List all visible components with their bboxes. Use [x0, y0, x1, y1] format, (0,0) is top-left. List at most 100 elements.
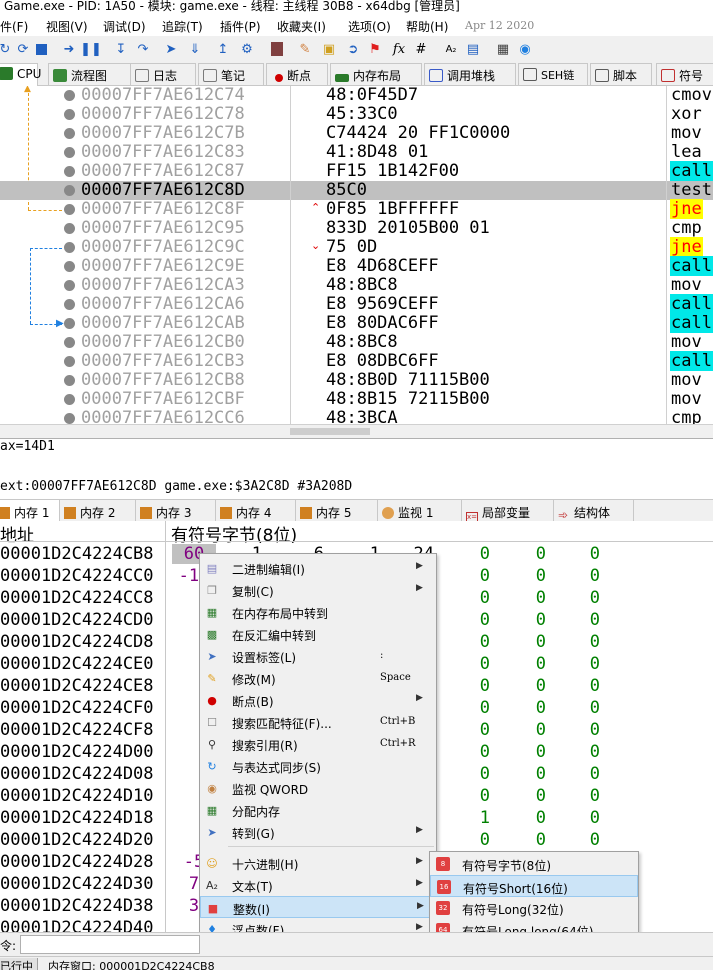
breakpoint-gutter-icon[interactable]	[64, 375, 75, 386]
disasm-row[interactable]: 00007FF7AE612C9E E8 4D68CEFF call	[0, 256, 713, 276]
breakpoint-gutter-icon[interactable]	[64, 394, 75, 405]
context-menu-item[interactable]: ● 断点(B) ▶	[200, 689, 436, 711]
strings-icon[interactable]: A₂	[442, 40, 460, 58]
dump-value[interactable]: 0	[450, 764, 490, 784]
step-over-icon[interactable]: ↷	[134, 40, 152, 58]
breakpoint-gutter-icon[interactable]	[64, 223, 75, 234]
disasm-row[interactable]: 00007FF7AE612C8F ⌃ 0F85 1BFFFFFF jne	[0, 199, 713, 219]
tab-watch-1[interactable]: 监视 1	[378, 500, 462, 522]
disasm-row[interactable]: 00007FF7AE612CA6 E8 9569CEFF call	[0, 294, 713, 314]
tab-dump-1[interactable]: 内存 1	[0, 500, 60, 522]
pause-icon[interactable]: ❚❚	[80, 40, 102, 58]
execute-till-return-icon[interactable]: ↥	[214, 40, 232, 58]
menu-view[interactable]: 视图(V)	[46, 18, 88, 35]
dump-value[interactable]: 0	[450, 654, 490, 674]
menu-options[interactable]: 选项(O)	[348, 18, 391, 35]
trace-over-icon[interactable]: ⇓	[186, 40, 204, 58]
context-menu-item[interactable]: ⚲ 搜索引用(R) Ctrl+R	[200, 733, 436, 755]
menu-plugins[interactable]: 插件(P)	[220, 18, 261, 35]
restart-icon[interactable]: ⟳	[14, 40, 32, 58]
tab-seh-chain[interactable]: SEH链	[518, 63, 588, 85]
breakpoint-gutter-icon[interactable]	[64, 109, 75, 120]
menu-debug[interactable]: 调试(D)	[103, 18, 146, 35]
dump-value[interactable]: 0	[506, 654, 546, 674]
breakpoint-gutter-icon[interactable]	[64, 90, 75, 101]
dump-value[interactable]: 0	[560, 742, 600, 762]
dump-value[interactable]: 0	[560, 544, 600, 564]
trace-into-icon[interactable]: ➤	[162, 40, 180, 58]
tab-cpu[interactable]: CPU	[0, 63, 41, 86]
dump-value[interactable]: 0	[450, 588, 490, 608]
functions-icon[interactable]: fx	[390, 40, 408, 58]
tab-notes[interactable]: 笔记	[198, 63, 264, 85]
dump-value[interactable]: 0	[560, 654, 600, 674]
context-menu-item[interactable]: ▦ 分配内存	[200, 799, 436, 821]
disasm-row[interactable]: 00007FF7AE612C8D 85C0 test	[0, 180, 713, 200]
disasm-row[interactable]: 00007FF7AE612C74 48:0F45D7 cmov	[0, 86, 713, 105]
dump-value[interactable]: 0	[560, 588, 600, 608]
submenu-item[interactable]: 8 有符号字节(8位)	[430, 853, 638, 875]
stop-icon[interactable]	[32, 40, 50, 58]
disasm-row[interactable]: 00007FF7AE612C78 45:33C0 xor	[0, 104, 713, 124]
calculator-icon[interactable]: ▦	[494, 40, 512, 58]
tab-breakpoints[interactable]: 断点	[266, 63, 328, 85]
context-menu-item[interactable]: ◉ 监视 QWORD	[200, 777, 436, 799]
dump-value[interactable]: 0	[506, 566, 546, 586]
dump-value[interactable]: 0	[506, 786, 546, 806]
dump-value[interactable]: 0	[450, 676, 490, 696]
dump-value[interactable]: 0	[560, 808, 600, 828]
disasm-row[interactable]: 00007FF7AE612C9C ⌄ 75 0D jne	[0, 237, 713, 257]
disasm-row[interactable]: 00007FF7AE612CA3 48:8BC8 mov	[0, 275, 713, 295]
dump-value[interactable]: 0	[560, 698, 600, 718]
calculator-icon[interactable]: ▤	[464, 40, 482, 58]
run-icon[interactable]: ➜	[60, 40, 78, 58]
dump-value[interactable]: 0	[506, 632, 546, 652]
dump-value[interactable]: 1	[450, 808, 490, 828]
submenu-item[interactable]: 32 有符号Long(32位)	[430, 897, 638, 919]
menu-file[interactable]: 件(F)	[0, 18, 28, 35]
tab-call-stack[interactable]: 调用堆栈	[424, 63, 516, 85]
dump-value[interactable]: 0	[506, 544, 546, 564]
tab-dump-5[interactable]: 内存 5	[296, 500, 378, 522]
dump-value[interactable]: 0	[450, 632, 490, 652]
breakpoint-gutter-icon[interactable]	[64, 299, 75, 310]
breakpoint-gutter-icon[interactable]	[64, 413, 75, 424]
context-menu-item[interactable]: ☐ 搜索匹配特征(F)... Ctrl+B	[200, 711, 436, 733]
menu-favourites[interactable]: 收藏夹(I)	[277, 18, 326, 35]
dump-value[interactable]: 0	[450, 742, 490, 762]
tab-dump-4[interactable]: 内存 4	[216, 500, 296, 522]
disasm-row[interactable]: 00007FF7AE612C87 FF15 1B142F00 call	[0, 161, 713, 181]
restart-icon[interactable]: ↻	[0, 40, 14, 58]
variables-icon[interactable]: #	[412, 40, 430, 58]
tab-log[interactable]: 日志	[130, 63, 196, 85]
disassembly-view[interactable]: ▲ ▶ 00007FF7AE612C74 48:0F45D7 cmov 00007FF…	[0, 86, 713, 424]
comments-icon[interactable]: ▣	[320, 40, 338, 58]
breakpoint-gutter-icon[interactable]	[64, 242, 75, 253]
breakpoint-gutter-icon[interactable]	[64, 280, 75, 291]
breakpoint-gutter-icon[interactable]	[64, 356, 75, 367]
dump-value[interactable]: 0	[506, 698, 546, 718]
dump-value[interactable]: 0	[560, 676, 600, 696]
context-menu-item[interactable]: ➤ 设置标签(L):	[200, 645, 436, 667]
step-into-icon[interactable]: ↧	[112, 40, 130, 58]
tab-locals[interactable]: x= 局部变量	[462, 500, 554, 524]
context-menu-item[interactable]: ▦ 在内存布局中转到	[200, 601, 436, 623]
tab-graph[interactable]: 流程图	[48, 63, 142, 85]
tab-dump-3[interactable]: 内存 3	[136, 500, 216, 522]
context-menu-item[interactable]: ☺ 十六进制(H) ▶	[200, 852, 436, 874]
disasm-row[interactable]: 00007FF7AE612C7B C74424 20 FF1C0000 mov	[0, 123, 713, 143]
dump-value[interactable]: 0	[560, 764, 600, 784]
dump-value[interactable]: 0	[506, 588, 546, 608]
context-menu-item[interactable]: A₂ 文本(T) ▶	[200, 874, 436, 896]
dump-value[interactable]: 0	[450, 720, 490, 740]
menu-trace[interactable]: 追踪(T)	[162, 18, 203, 35]
dump-value[interactable]: 0	[560, 830, 600, 850]
tab-symbols[interactable]: 符号	[656, 63, 713, 85]
dump-value[interactable]: 0	[506, 764, 546, 784]
command-input[interactable]	[20, 935, 200, 954]
context-menu-item[interactable]: ▩ 在反汇编中转到	[200, 623, 436, 645]
breakpoint-gutter-icon[interactable]	[64, 128, 75, 139]
breakpoint-gutter-icon[interactable]	[64, 166, 75, 177]
tab-script[interactable]: 脚本	[590, 63, 652, 85]
breakpoint-gutter-icon[interactable]	[64, 318, 75, 329]
